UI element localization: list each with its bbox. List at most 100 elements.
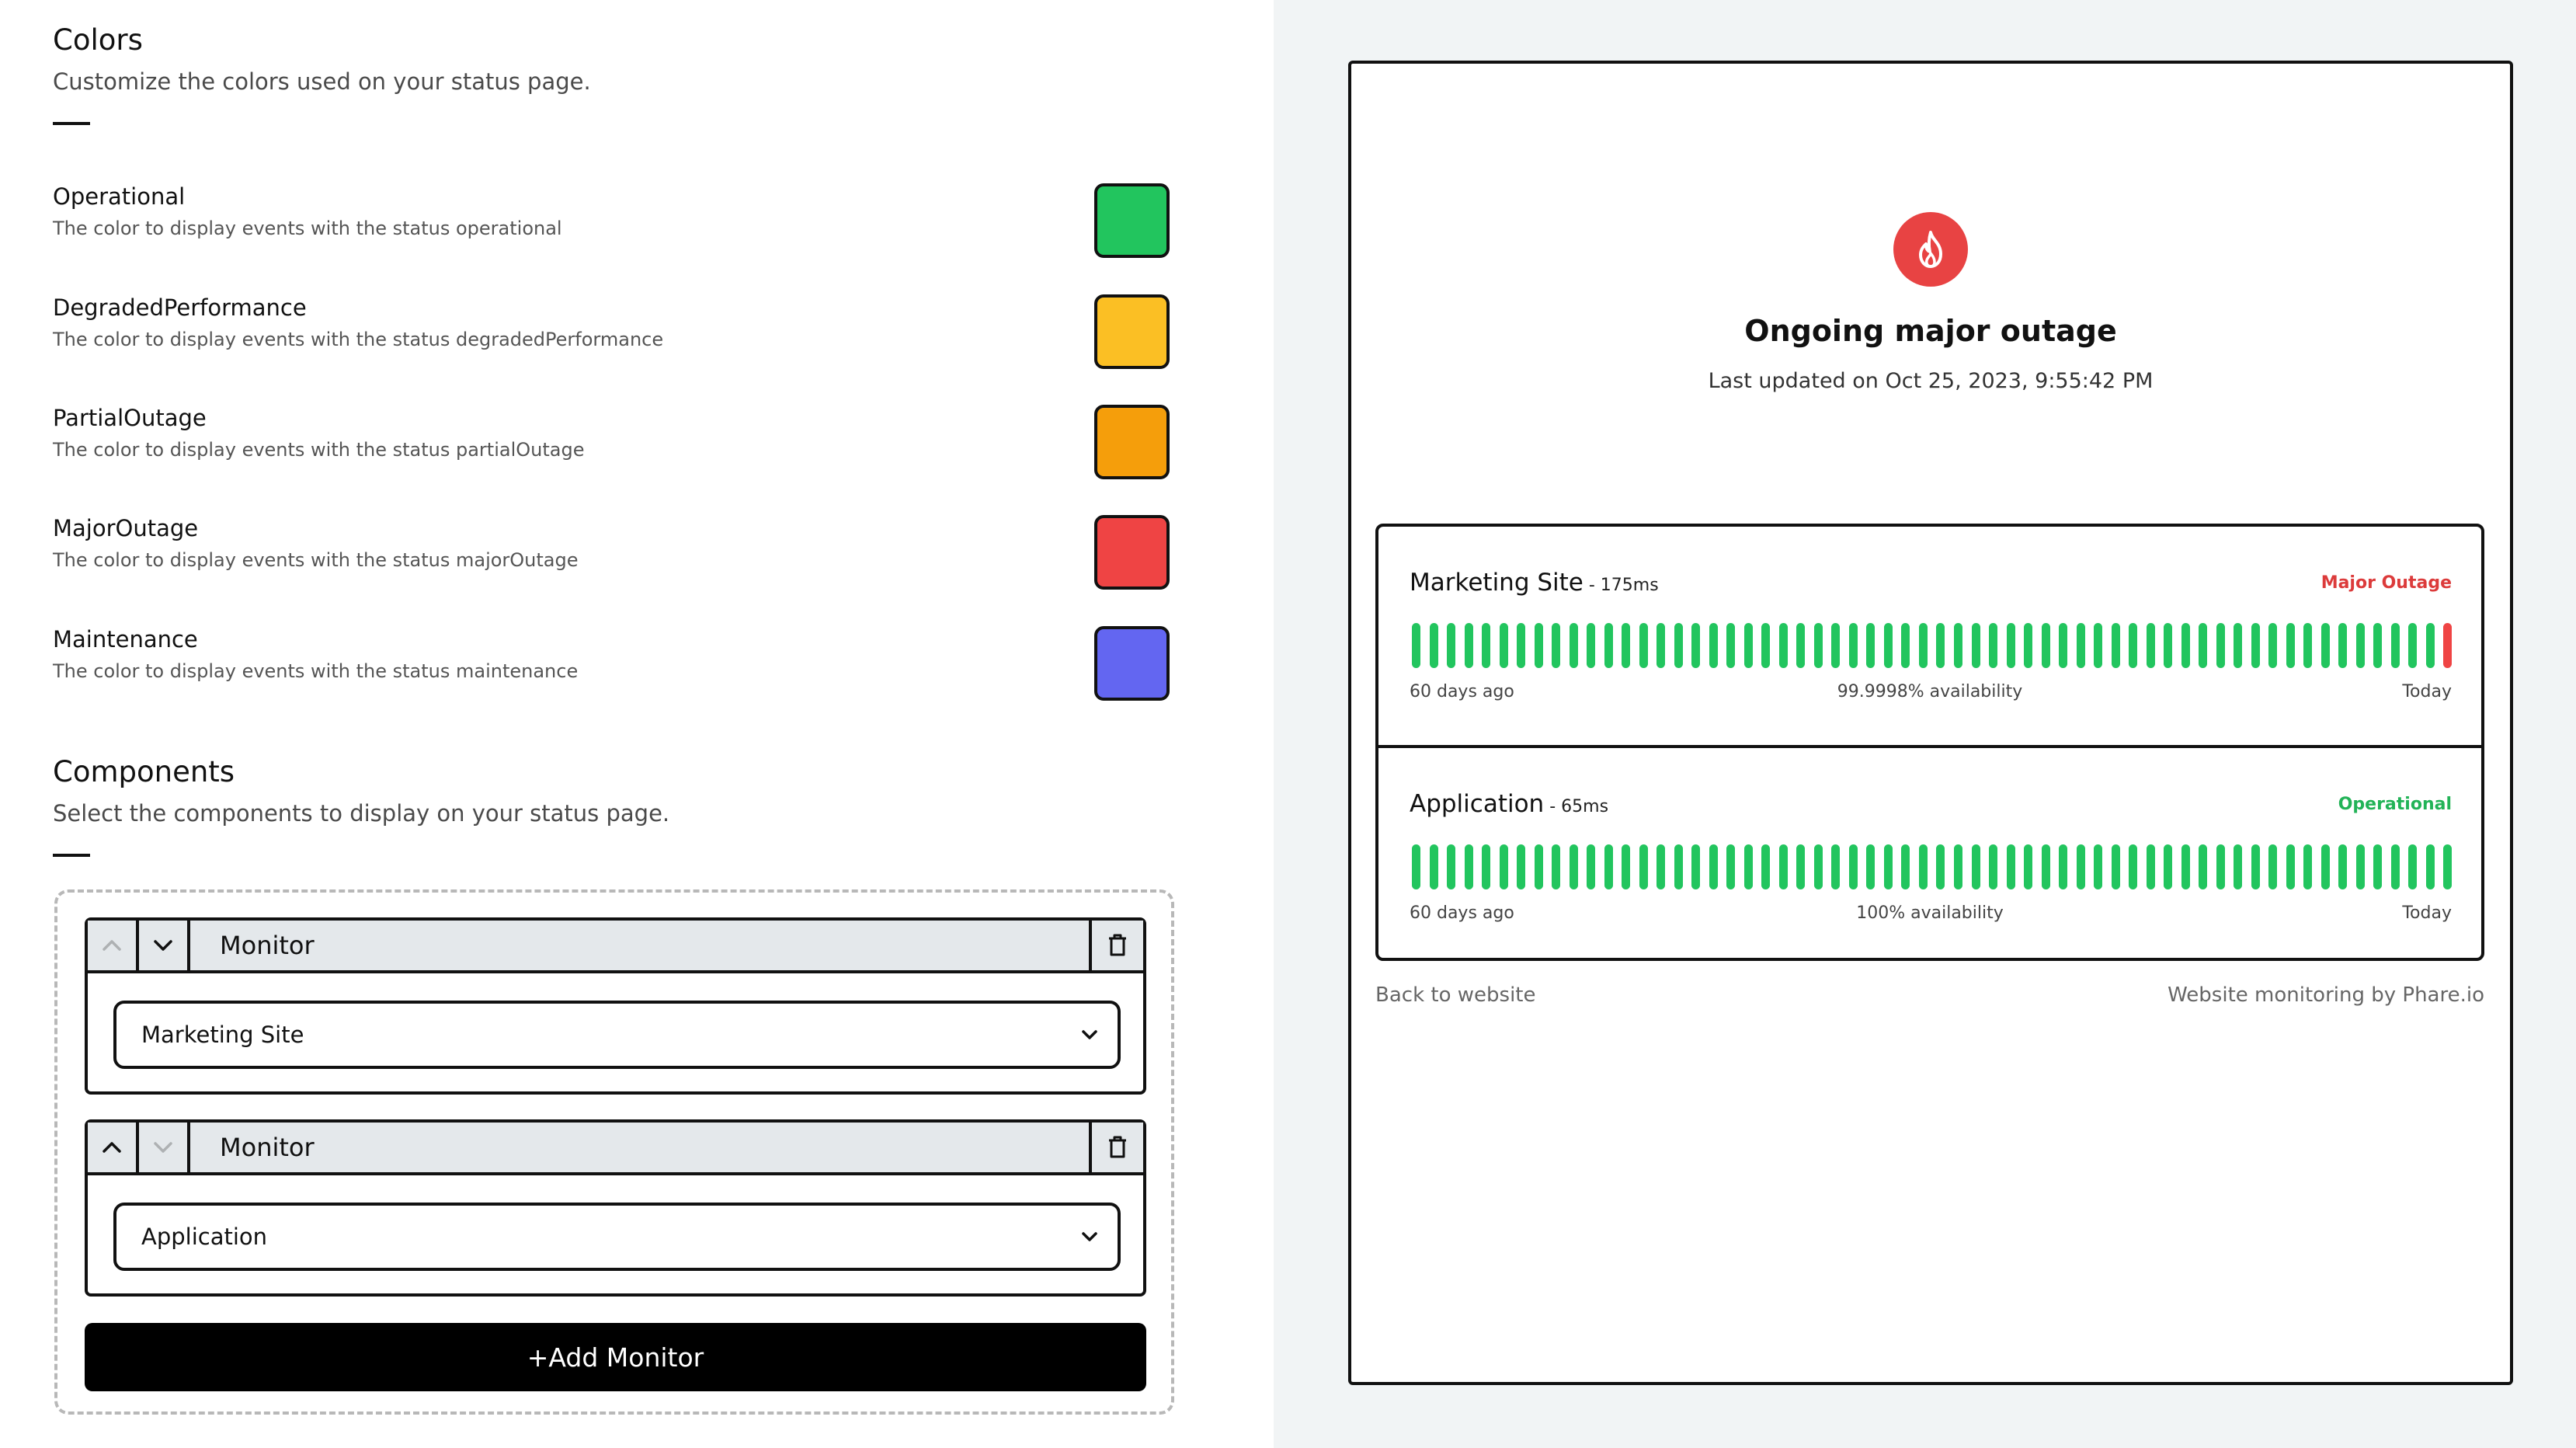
uptime-bar[interactable] <box>1447 844 1456 889</box>
uptime-bar[interactable] <box>1936 623 1945 668</box>
uptime-bar[interactable] <box>1936 844 1945 889</box>
uptime-bar[interactable] <box>1604 844 1613 889</box>
uptime-bar[interactable] <box>2320 844 2330 889</box>
uptime-bar[interactable] <box>1918 623 1928 668</box>
uptime-bar[interactable] <box>2059 844 2068 889</box>
uptime-bar[interactable] <box>2216 844 2225 889</box>
uptime-bar[interactable] <box>2094 844 2103 889</box>
uptime-bar[interactable] <box>2390 844 2400 889</box>
uptime-bar[interactable] <box>1587 623 1596 668</box>
uptime-bar[interactable] <box>1639 844 1648 889</box>
uptime-bar[interactable] <box>1918 844 1928 889</box>
uptime-bar[interactable] <box>1709 844 1718 889</box>
uptime-bar[interactable] <box>1499 844 1508 889</box>
uptime-bar[interactable] <box>2320 623 2330 668</box>
back-to-website-link[interactable]: Back to website <box>1375 983 1535 1007</box>
uptime-bar[interactable] <box>2443 623 2453 668</box>
uptime-bar[interactable] <box>1953 844 1962 889</box>
uptime-bar[interactable] <box>2199 844 2208 889</box>
move-up-button[interactable] <box>88 921 139 970</box>
uptime-bar[interactable] <box>2425 844 2435 889</box>
uptime-bar[interactable] <box>1831 844 1841 889</box>
uptime-bar[interactable] <box>1656 844 1666 889</box>
add-monitor-button[interactable]: +Add Monitor <box>85 1323 1146 1391</box>
uptime-bar[interactable] <box>2024 623 2033 668</box>
uptime-bar[interactable] <box>2146 844 2155 889</box>
uptime-bar[interactable] <box>2355 623 2365 668</box>
uptime-bar[interactable] <box>2373 844 2383 889</box>
uptime-bar[interactable] <box>2181 844 2190 889</box>
uptime-bar[interactable] <box>1412 844 1420 889</box>
monitor-select[interactable]: Application <box>113 1203 1121 1271</box>
uptime-bar[interactable] <box>2390 623 2400 668</box>
uptime-bar[interactable] <box>2006 623 2015 668</box>
uptime-bar[interactable] <box>1482 623 1491 668</box>
uptime-bar[interactable] <box>1813 623 1823 668</box>
color-swatch-maintenance[interactable] <box>1094 626 1170 701</box>
uptime-bar[interactable] <box>2408 623 2418 668</box>
color-swatch-major-outage[interactable] <box>1094 515 1170 590</box>
uptime-bar[interactable] <box>1587 844 1596 889</box>
uptime-bar[interactable] <box>2338 623 2348 668</box>
uptime-bar[interactable] <box>1552 844 1561 889</box>
uptime-bar[interactable] <box>1691 623 1701 668</box>
uptime-bar[interactable] <box>1447 623 1456 668</box>
uptime-bar[interactable] <box>1674 844 1683 889</box>
uptime-bar[interactable] <box>2164 623 2173 668</box>
uptime-bar[interactable] <box>1989 844 1998 889</box>
uptime-bar[interactable] <box>1604 623 1613 668</box>
uptime-bar[interactable] <box>1796 844 1806 889</box>
uptime-bar[interactable] <box>1778 844 1788 889</box>
uptime-bar[interactable] <box>1429 623 1438 668</box>
uptime-bar[interactable] <box>2373 623 2383 668</box>
monitor-select[interactable]: Marketing Site <box>113 1001 1121 1069</box>
uptime-bar[interactable] <box>2129 844 2138 889</box>
uptime-bar[interactable] <box>2006 844 2015 889</box>
uptime-bar[interactable] <box>1901 844 1910 889</box>
uptime-bar[interactable] <box>2076 844 2085 889</box>
uptime-bar[interactable] <box>1761 844 1771 889</box>
uptime-bar[interactable] <box>1656 623 1666 668</box>
uptime-bar[interactable] <box>2425 623 2435 668</box>
uptime-bar[interactable] <box>1622 623 1631 668</box>
uptime-bar[interactable] <box>1866 844 1876 889</box>
uptime-bar[interactable] <box>2303 844 2313 889</box>
uptime-bar[interactable] <box>1953 623 1962 668</box>
uptime-bar[interactable] <box>1971 623 1980 668</box>
uptime-bar[interactable] <box>2041 844 2050 889</box>
uptime-bar[interactable] <box>2024 844 2033 889</box>
uptime-bar[interactable] <box>1848 844 1858 889</box>
uptime-bar[interactable] <box>1778 623 1788 668</box>
move-down-button[interactable] <box>139 1123 190 1172</box>
color-swatch-partial-outage[interactable] <box>1094 405 1170 479</box>
uptime-bar[interactable] <box>2129 623 2138 668</box>
uptime-bar[interactable] <box>1989 623 1998 668</box>
uptime-bar[interactable] <box>1726 844 1736 889</box>
uptime-bar[interactable] <box>1691 844 1701 889</box>
move-down-button[interactable] <box>139 921 190 970</box>
uptime-bar[interactable] <box>2251 844 2260 889</box>
uptime-bar[interactable] <box>1499 623 1508 668</box>
uptime-bar[interactable] <box>2251 623 2260 668</box>
uptime-bar[interactable] <box>1743 623 1753 668</box>
delete-monitor-button[interactable] <box>1089 1123 1143 1172</box>
uptime-bar[interactable] <box>1569 844 1578 889</box>
uptime-bar[interactable] <box>2355 844 2365 889</box>
uptime-bar[interactable] <box>1412 623 1420 668</box>
uptime-bar[interactable] <box>1517 844 1526 889</box>
uptime-bar[interactable] <box>1743 844 1753 889</box>
delete-monitor-button[interactable] <box>1089 921 1143 970</box>
color-swatch-degraded[interactable] <box>1094 294 1170 369</box>
uptime-bar[interactable] <box>2234 623 2243 668</box>
uptime-bar[interactable] <box>2234 844 2243 889</box>
uptime-bar[interactable] <box>2076 623 2085 668</box>
uptime-bar[interactable] <box>2303 623 2313 668</box>
uptime-bar[interactable] <box>2268 623 2278 668</box>
uptime-bar[interactable] <box>1464 623 1473 668</box>
uptime-bar[interactable] <box>1883 844 1893 889</box>
uptime-bar[interactable] <box>1901 623 1910 668</box>
uptime-bar[interactable] <box>1534 844 1543 889</box>
uptime-bar[interactable] <box>1726 623 1736 668</box>
move-up-button[interactable] <box>88 1123 139 1172</box>
uptime-bar[interactable] <box>1883 623 1893 668</box>
